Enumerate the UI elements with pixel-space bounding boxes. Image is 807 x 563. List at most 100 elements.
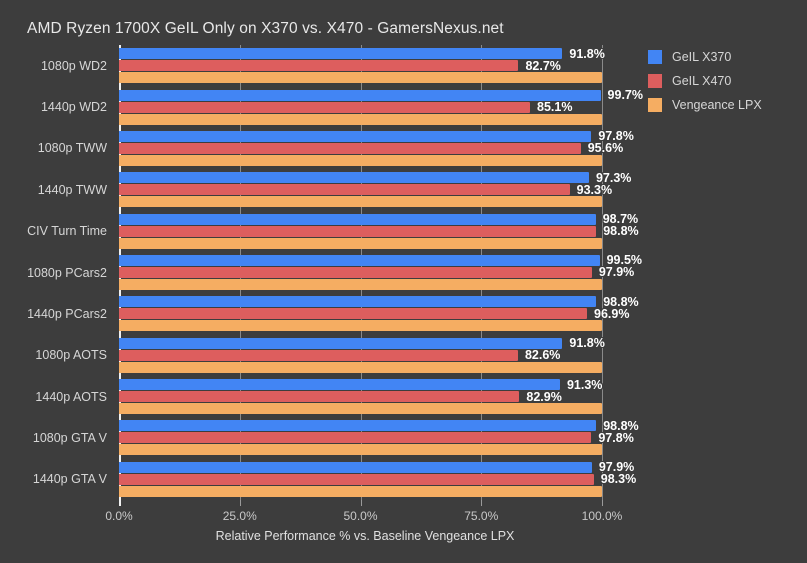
bar-row: 82.6% — [119, 348, 602, 362]
bar[interactable] — [119, 379, 560, 391]
bar-value-label: 91.3% — [566, 377, 603, 392]
bar-value-label: 98.3% — [600, 472, 637, 487]
bar-row — [119, 196, 602, 208]
bar[interactable] — [119, 130, 592, 142]
x-axis-tick-label: 75.0% — [464, 509, 499, 523]
bar-row: 99.7% — [119, 88, 643, 102]
x-axis-tick-label: 50.0% — [343, 509, 378, 523]
bar[interactable] — [119, 266, 592, 278]
bar[interactable] — [119, 320, 602, 332]
bar[interactable] — [119, 225, 597, 237]
bar-row — [119, 485, 602, 497]
plot-area: 91.8% 82.7% 99.7% 85.1% 97.8% 95.6% 97.3% 93.3%… — [119, 45, 643, 500]
bar-row — [119, 320, 602, 332]
y-axis-tick-label: CIV Turn Time — [27, 224, 107, 239]
bar[interactable] — [119, 361, 602, 373]
x-axis-tick — [481, 500, 483, 506]
bar[interactable] — [119, 196, 602, 208]
bar-row: 91.8% — [119, 46, 605, 61]
chart-legend: GeIL X370 GeIL X470 Vengeance LPX — [648, 45, 798, 117]
bar-row — [119, 113, 602, 125]
y-axis-tick-label: 1080p AOTS — [35, 348, 107, 363]
y-axis-tick-label: 1440p TWW — [37, 182, 107, 197]
bar[interactable] — [119, 254, 600, 266]
bar-value-label: 91.8% — [569, 46, 605, 61]
x-axis-tick — [239, 500, 241, 506]
bar-row: 97.8% — [119, 129, 634, 143]
bar-row: 91.3% — [119, 377, 603, 392]
bar[interactable] — [119, 403, 602, 415]
bar-group: 98.8% 96.9% — [119, 293, 639, 334]
bar[interactable] — [119, 142, 581, 154]
x-axis-tick — [119, 500, 121, 506]
bar-row: 98.8% — [119, 224, 639, 238]
y-axis-tick-label: 1440p GTA V — [32, 472, 107, 487]
legend-item[interactable]: Vengeance LPX — [648, 93, 798, 117]
legend-item[interactable]: GeIL X470 — [648, 69, 798, 93]
bar-row: 93.3% — [119, 183, 612, 197]
bar[interactable] — [119, 89, 601, 101]
bar[interactable] — [119, 48, 563, 60]
y-axis-tick-label: 1440p AOTS — [35, 389, 107, 404]
bar-value-label: 97.9% — [598, 265, 635, 280]
bar-group: 97.3% 93.3% — [119, 169, 631, 210]
y-axis-tick-label: 1080p WD2 — [40, 58, 107, 73]
x-axis-tick — [360, 500, 362, 506]
bar-group: 91.8% 82.6% — [119, 335, 605, 376]
bar-row: 98.7% — [119, 212, 638, 226]
bar-row: 97.9% — [119, 265, 634, 279]
bar[interactable] — [119, 237, 602, 249]
bar-row: 85.1% — [119, 100, 602, 114]
bar-row: 95.6% — [119, 141, 623, 155]
bar[interactable] — [119, 432, 592, 444]
legend-swatch-icon — [648, 74, 662, 88]
bar[interactable] — [119, 184, 570, 196]
bar[interactable] — [119, 461, 592, 473]
bar[interactable] — [119, 473, 594, 485]
y-axis-label-group: 1080p WD2 1440p WD2 1080p TWW 1440p TWW CIV … — [0, 45, 119, 500]
x-axis-tick-label: 100.0% — [581, 509, 623, 523]
bar-value-label: 96.9% — [594, 306, 630, 321]
bar[interactable] — [119, 172, 589, 184]
bar[interactable] — [119, 278, 602, 290]
bar-row — [119, 278, 602, 290]
bar[interactable] — [119, 308, 588, 320]
chart-title: AMD Ryzen 1700X GeIL Only on X370 vs. X4… — [27, 20, 504, 37]
chart-container: AMD Ryzen 1700X GeIL Only on X370 vs. X4… — [0, 0, 807, 563]
bar-row: 99.5% — [119, 253, 642, 267]
bar[interactable] — [119, 337, 563, 349]
bar-value-label: 93.3% — [576, 182, 613, 197]
bar-group: 98.7% 98.8% — [119, 210, 639, 251]
bar[interactable] — [119, 72, 602, 84]
bar-value-label: 82.9% — [526, 389, 562, 404]
bar-group: 99.5% 97.9% — [119, 252, 642, 293]
y-axis-tick-label: 1080p PCars2 — [27, 265, 107, 280]
bar-group: 98.8% 97.8% — [119, 417, 639, 458]
bar[interactable] — [119, 420, 597, 432]
bar-row: 97.3% — [119, 171, 631, 185]
bar-group: 99.7% 85.1% — [119, 86, 643, 127]
bar-row: 96.9% — [119, 307, 629, 321]
y-axis-tick-label: 1080p TWW — [37, 141, 107, 156]
legend-item[interactable]: GeIL X370 — [648, 45, 798, 69]
bar-value-label: 99.7% — [607, 88, 643, 103]
bar-row — [119, 361, 602, 373]
x-axis-tick-label: 25.0% — [222, 509, 257, 523]
bar[interactable] — [119, 213, 596, 225]
bar[interactable] — [119, 391, 520, 403]
x-axis-tick — [602, 500, 603, 506]
bar[interactable] — [119, 296, 597, 308]
bar[interactable] — [119, 154, 602, 166]
bar-row — [119, 237, 602, 249]
bar[interactable] — [119, 113, 602, 125]
legend-swatch-icon — [648, 98, 662, 112]
bar[interactable] — [119, 60, 519, 72]
bar[interactable] — [119, 485, 602, 497]
bar[interactable] — [119, 101, 531, 113]
legend-label: GeIL X370 — [672, 50, 732, 64]
y-axis-tick-label: 1440p PCars2 — [27, 306, 107, 321]
bar[interactable] — [119, 349, 518, 361]
bar-group: 97.8% 95.6% — [119, 128, 634, 169]
bar[interactable] — [119, 444, 602, 456]
bar-row: 91.8% — [119, 336, 605, 350]
